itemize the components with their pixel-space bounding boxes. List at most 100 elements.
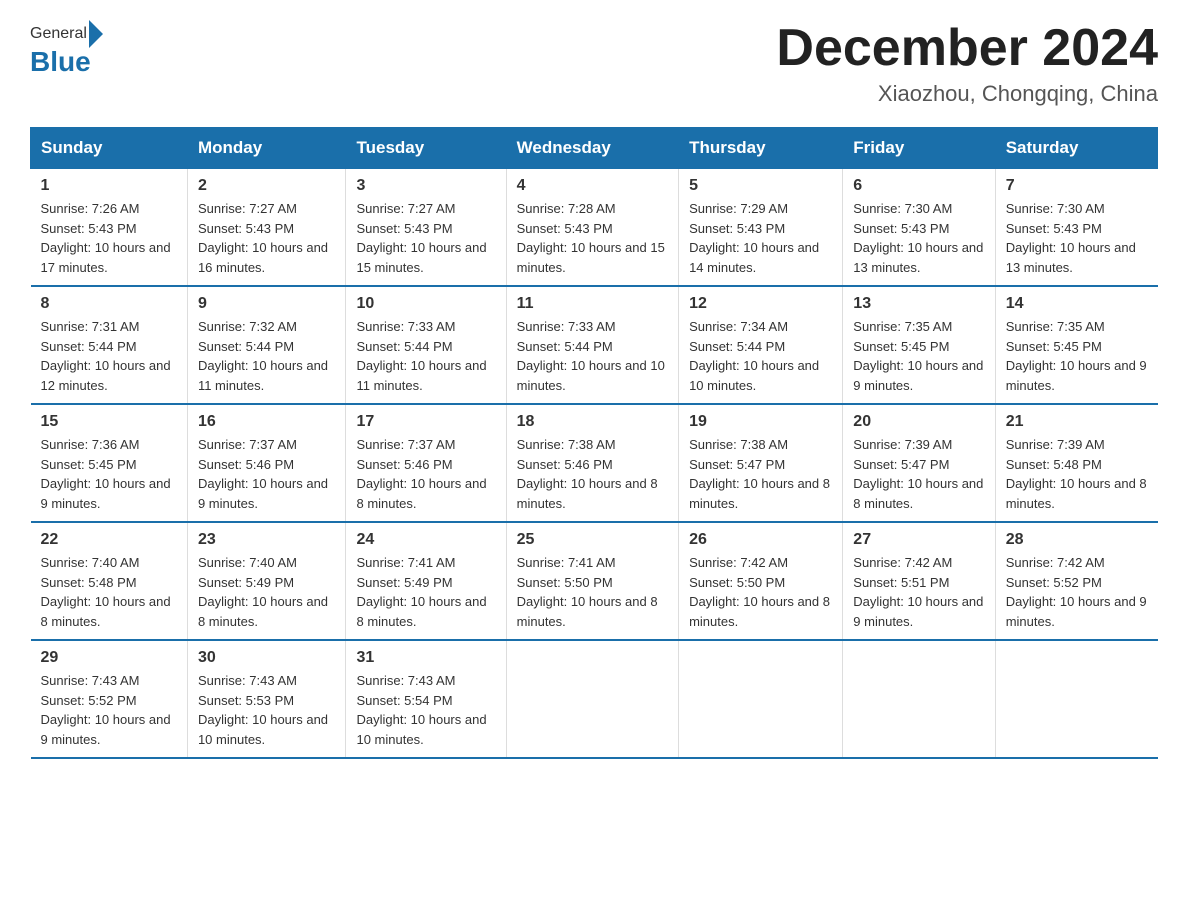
day-info: Sunrise: 7:35 AMSunset: 5:45 PMDaylight:… (853, 317, 984, 395)
day-cell (506, 640, 678, 758)
day-info: Sunrise: 7:26 AMSunset: 5:43 PMDaylight:… (41, 199, 177, 277)
day-info: Sunrise: 7:35 AMSunset: 5:45 PMDaylight:… (1006, 317, 1148, 395)
week-row-4: 22 Sunrise: 7:40 AMSunset: 5:48 PMDayligh… (31, 522, 1158, 640)
day-cell: 14 Sunrise: 7:35 AMSunset: 5:45 PMDayligh… (995, 286, 1157, 404)
day-cell: 26Sunrise: 7:42 AMSunset: 5:50 PMDayligh… (679, 522, 843, 640)
day-number: 28 (1006, 531, 1148, 549)
day-cell: 2 Sunrise: 7:27 AMSunset: 5:43 PMDaylight… (187, 169, 346, 287)
day-cell: 6 Sunrise: 7:30 AMSunset: 5:43 PMDaylight… (843, 169, 995, 287)
day-info: Sunrise: 7:33 AMSunset: 5:44 PMDaylight:… (356, 317, 495, 395)
day-number: 20 (853, 413, 984, 431)
day-number: 29 (41, 649, 177, 667)
day-number: 16 (198, 413, 336, 431)
header-monday: Monday (187, 128, 346, 169)
day-number: 25 (517, 531, 668, 549)
header-thursday: Thursday (679, 128, 843, 169)
day-info: Sunrise: 7:37 AMSunset: 5:46 PMDaylight:… (198, 435, 336, 513)
day-number: 2 (198, 177, 336, 195)
day-number: 6 (853, 177, 984, 195)
title-section: December 2024 Xiaozhou, Chongqing, China (776, 20, 1158, 107)
day-info: Sunrise: 7:39 AMSunset: 5:47 PMDaylight:… (853, 435, 984, 513)
day-number: 22 (41, 531, 177, 549)
day-cell: 5 Sunrise: 7:29 AMSunset: 5:43 PMDaylight… (679, 169, 843, 287)
day-number: 23 (198, 531, 336, 549)
day-cell: 7 Sunrise: 7:30 AMSunset: 5:43 PMDaylight… (995, 169, 1157, 287)
day-number: 18 (517, 413, 668, 431)
day-number: 15 (41, 413, 177, 431)
day-cell: 8Sunrise: 7:31 AMSunset: 5:44 PMDaylight… (31, 286, 188, 404)
day-number: 14 (1006, 295, 1148, 313)
week-row-3: 15 Sunrise: 7:36 AMSunset: 5:45 PMDayligh… (31, 404, 1158, 522)
calendar-table: SundayMondayTuesdayWednesdayThursdayFrid… (30, 127, 1158, 759)
day-number: 24 (356, 531, 495, 549)
day-info: Sunrise: 7:30 AMSunset: 5:43 PMDaylight:… (1006, 199, 1148, 277)
day-info: Sunrise: 7:36 AMSunset: 5:45 PMDaylight:… (41, 435, 177, 513)
day-cell (995, 640, 1157, 758)
day-info: Sunrise: 7:41 AMSunset: 5:49 PMDaylight:… (356, 553, 495, 631)
logo-arrow-icon (89, 20, 103, 48)
day-number: 3 (356, 177, 495, 195)
day-info: Sunrise: 7:42 AMSunset: 5:52 PMDaylight:… (1006, 553, 1148, 631)
day-cell: 28 Sunrise: 7:42 AMSunset: 5:52 PMDayligh… (995, 522, 1157, 640)
day-info: Sunrise: 7:43 AMSunset: 5:52 PMDaylight:… (41, 671, 177, 749)
location-text: Xiaozhou, Chongqing, China (776, 81, 1158, 107)
day-number: 31 (356, 649, 495, 667)
day-cell: 25 Sunrise: 7:41 AMSunset: 5:50 PMDayligh… (506, 522, 678, 640)
day-cell: 12Sunrise: 7:34 AMSunset: 5:44 PMDayligh… (679, 286, 843, 404)
day-info: Sunrise: 7:29 AMSunset: 5:43 PMDaylight:… (689, 199, 832, 277)
day-cell (843, 640, 995, 758)
day-info: Sunrise: 7:27 AMSunset: 5:43 PMDaylight:… (198, 199, 336, 277)
day-cell: 20 Sunrise: 7:39 AMSunset: 5:47 PMDayligh… (843, 404, 995, 522)
day-cell: 16 Sunrise: 7:37 AMSunset: 5:46 PMDayligh… (187, 404, 346, 522)
day-number: 1 (41, 177, 177, 195)
header-tuesday: Tuesday (346, 128, 506, 169)
day-cell: 24 Sunrise: 7:41 AMSunset: 5:49 PMDayligh… (346, 522, 506, 640)
day-info: Sunrise: 7:33 AMSunset: 5:44 PMDaylight:… (517, 317, 668, 395)
day-info: Sunrise: 7:27 AMSunset: 5:43 PMDaylight:… (356, 199, 495, 277)
month-title: December 2024 (776, 20, 1158, 77)
day-cell: 10 Sunrise: 7:33 AMSunset: 5:44 PMDayligh… (346, 286, 506, 404)
day-info: Sunrise: 7:42 AMSunset: 5:51 PMDaylight:… (853, 553, 984, 631)
day-info: Sunrise: 7:40 AMSunset: 5:48 PMDaylight:… (41, 553, 177, 631)
day-info: Sunrise: 7:40 AMSunset: 5:49 PMDaylight:… (198, 553, 336, 631)
day-number: 27 (853, 531, 984, 549)
week-row-2: 8Sunrise: 7:31 AMSunset: 5:44 PMDaylight… (31, 286, 1158, 404)
week-row-5: 29 Sunrise: 7:43 AMSunset: 5:52 PMDayligh… (31, 640, 1158, 758)
logo: General Blue (30, 20, 103, 76)
day-number: 7 (1006, 177, 1148, 195)
day-info: Sunrise: 7:28 AMSunset: 5:43 PMDaylight:… (517, 199, 668, 277)
day-cell (679, 640, 843, 758)
day-cell: 18Sunrise: 7:38 AMSunset: 5:46 PMDayligh… (506, 404, 678, 522)
day-number: 5 (689, 177, 832, 195)
day-cell: 13 Sunrise: 7:35 AMSunset: 5:45 PMDayligh… (843, 286, 995, 404)
day-number: 13 (853, 295, 984, 313)
day-number: 10 (356, 295, 495, 313)
header-friday: Friday (843, 128, 995, 169)
day-info: Sunrise: 7:30 AMSunset: 5:43 PMDaylight:… (853, 199, 984, 277)
day-number: 19 (689, 413, 832, 431)
day-number: 11 (517, 295, 668, 313)
page-header: General Blue December 2024 Xiaozhou, Cho… (30, 20, 1158, 107)
day-cell: 30 Sunrise: 7:43 AMSunset: 5:53 PMDayligh… (187, 640, 346, 758)
day-cell: 19 Sunrise: 7:38 AMSunset: 5:47 PMDayligh… (679, 404, 843, 522)
day-cell: 3 Sunrise: 7:27 AMSunset: 5:43 PMDaylight… (346, 169, 506, 287)
day-info: Sunrise: 7:43 AMSunset: 5:53 PMDaylight:… (198, 671, 336, 749)
header-row: SundayMondayTuesdayWednesdayThursdayFrid… (31, 128, 1158, 169)
day-cell: 29 Sunrise: 7:43 AMSunset: 5:52 PMDayligh… (31, 640, 188, 758)
day-info: Sunrise: 7:41 AMSunset: 5:50 PMDaylight:… (517, 553, 668, 631)
day-info: Sunrise: 7:37 AMSunset: 5:46 PMDaylight:… (356, 435, 495, 513)
day-number: 9 (198, 295, 336, 313)
day-cell: 1 Sunrise: 7:26 AMSunset: 5:43 PMDaylight… (31, 169, 188, 287)
day-info: Sunrise: 7:31 AMSunset: 5:44 PMDaylight:… (41, 317, 177, 395)
day-info: Sunrise: 7:39 AMSunset: 5:48 PMDaylight:… (1006, 435, 1148, 513)
day-number: 26 (689, 531, 832, 549)
header-saturday: Saturday (995, 128, 1157, 169)
day-number: 30 (198, 649, 336, 667)
day-number: 17 (356, 413, 495, 431)
day-info: Sunrise: 7:38 AMSunset: 5:47 PMDaylight:… (689, 435, 832, 513)
day-number: 4 (517, 177, 668, 195)
day-cell: 17 Sunrise: 7:37 AMSunset: 5:46 PMDayligh… (346, 404, 506, 522)
day-number: 21 (1006, 413, 1148, 431)
day-cell: 11 Sunrise: 7:33 AMSunset: 5:44 PMDayligh… (506, 286, 678, 404)
day-cell: 21 Sunrise: 7:39 AMSunset: 5:48 PMDayligh… (995, 404, 1157, 522)
